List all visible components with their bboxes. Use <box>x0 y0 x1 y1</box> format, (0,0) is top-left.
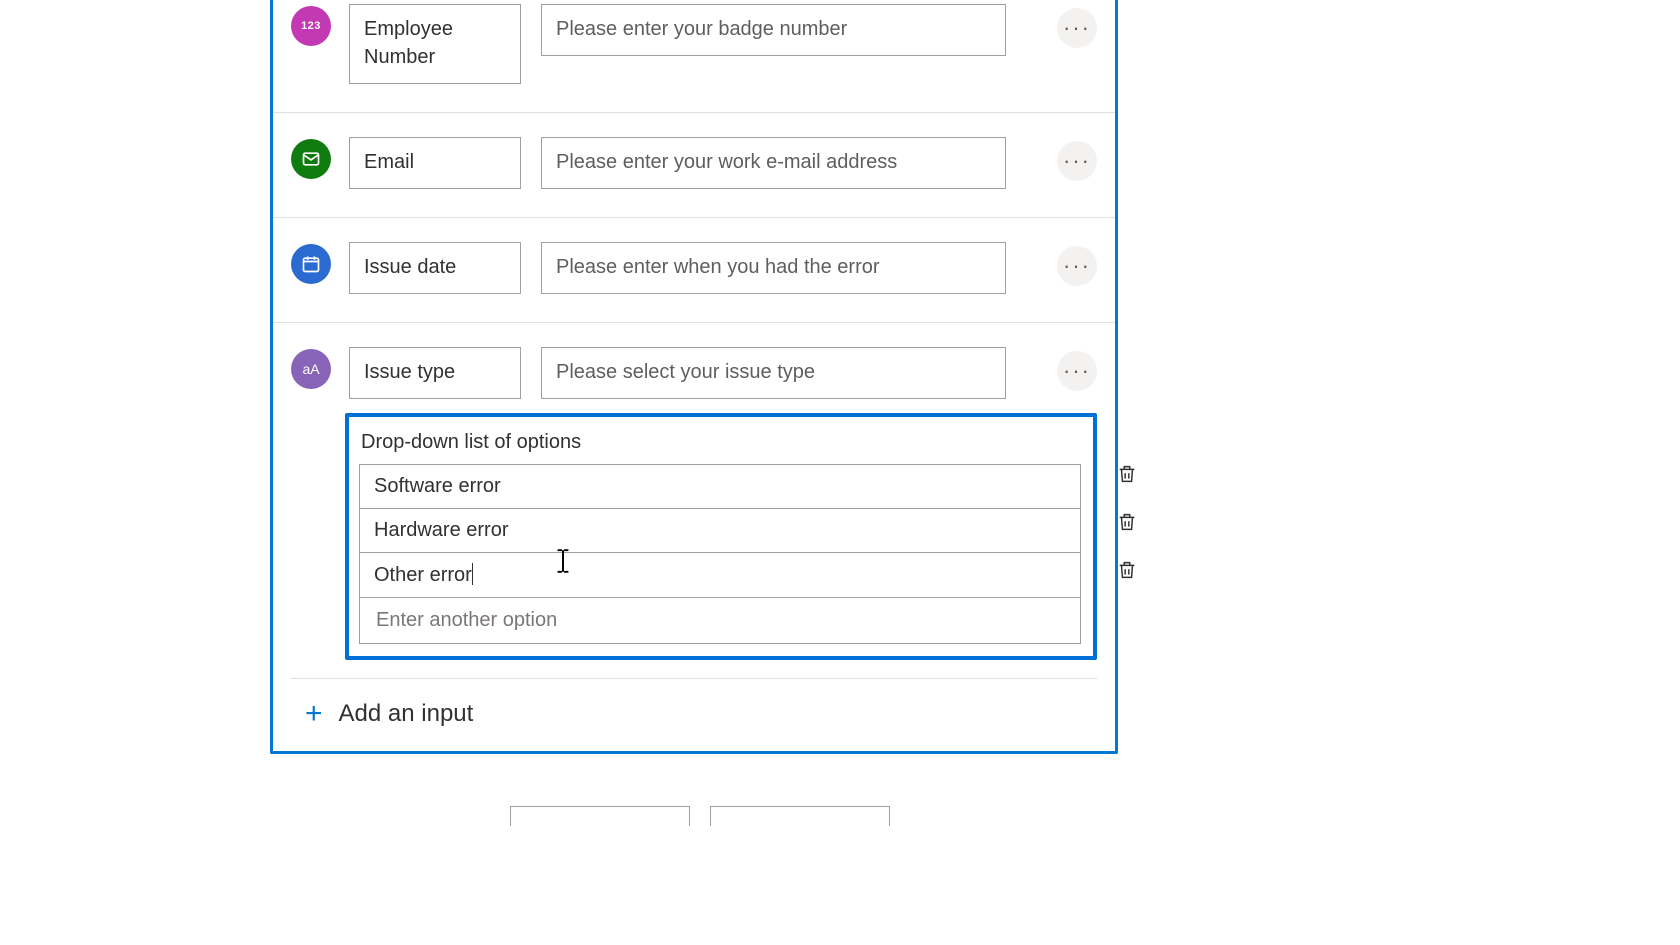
input-name-field[interactable]: Email <box>349 137 521 189</box>
dropdown-option[interactable]: Hardware error <box>360 509 1080 553</box>
input-more-button[interactable]: ··· <box>1057 8 1097 48</box>
delete-option-button[interactable] <box>1113 557 1141 585</box>
input-row-email: Email Please enter your work e-mail addr… <box>273 113 1115 218</box>
option-text: Other error <box>374 564 472 586</box>
text-case-icon: aA <box>291 349 331 389</box>
input-name-field[interactable]: Employee Number <box>349 4 521 84</box>
input-row-issue-type: aA Issue type Please select your issue t… <box>273 323 1115 413</box>
dropdown-option-new[interactable] <box>360 598 1080 643</box>
dropdown-title: Drop-down list of options <box>361 431 1079 454</box>
delete-option-button[interactable] <box>1113 461 1141 489</box>
text-caret <box>472 563 473 585</box>
dropdown-options-block: Drop-down list of options Software error… <box>345 413 1097 660</box>
dropdown-options-list: Software error Hardware error Other erro… <box>359 464 1081 644</box>
trigger-card: 123 Employee Number Please enter your ba… <box>270 0 1118 754</box>
dropdown-options-panel: Drop-down list of options Software error… <box>345 413 1097 660</box>
input-row-issue-date: Issue date Please enter when you had the… <box>273 218 1115 323</box>
input-row-employee-number: 123 Employee Number Please enter your ba… <box>273 0 1115 113</box>
option-delete-column <box>1113 461 1141 585</box>
input-name-field[interactable]: Issue date <box>349 242 521 294</box>
calendar-icon <box>291 244 331 284</box>
input-description-field[interactable]: Please enter your badge number <box>541 4 1006 56</box>
new-option-input[interactable] <box>374 608 1066 633</box>
next-step-boxes <box>510 806 890 826</box>
dropdown-option[interactable]: Software error <box>360 465 1080 509</box>
delete-option-button[interactable] <box>1113 509 1141 537</box>
add-input-button[interactable]: + Add an input <box>273 679 1115 733</box>
option-text: Hardware error <box>374 519 508 541</box>
input-name-field[interactable]: Issue type <box>349 347 521 399</box>
next-step-box[interactable] <box>510 806 690 826</box>
number-icon: 123 <box>291 6 331 46</box>
icon-text: aA <box>302 361 319 377</box>
plus-icon: + <box>305 699 323 729</box>
input-more-button[interactable]: ··· <box>1057 246 1097 286</box>
email-icon <box>291 139 331 179</box>
add-input-label: Add an input <box>339 700 474 728</box>
dropdown-option[interactable]: Other error <box>360 553 1080 598</box>
input-description-field[interactable]: Please enter when you had the error <box>541 242 1006 294</box>
input-description-field[interactable]: Please enter your work e-mail address <box>541 137 1006 189</box>
input-description-field[interactable]: Please select your issue type <box>541 347 1006 399</box>
icon-text: 123 <box>301 20 321 32</box>
next-step-box[interactable] <box>710 806 890 826</box>
input-more-button[interactable]: ··· <box>1057 141 1097 181</box>
input-more-button[interactable]: ··· <box>1057 351 1097 391</box>
option-text: Software error <box>374 475 501 497</box>
